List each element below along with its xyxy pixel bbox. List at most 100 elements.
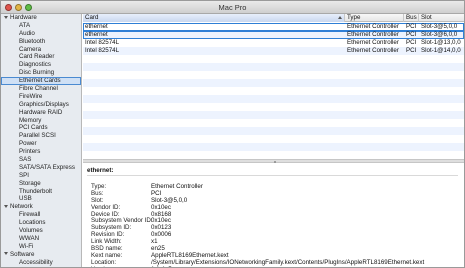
- sidebar-group-hardware[interactable]: Hardware: [1, 14, 81, 22]
- sidebar-item-label: Ethernet Cards: [19, 77, 61, 85]
- system-information-window: Mac Pro Hardware ATA Audio Bluetooth Camera C…: [0, 0, 465, 268]
- sidebar-item-label: Software: [10, 250, 35, 258]
- cell-slot: Slot-3@6,0,0: [421, 31, 458, 38]
- sidebar-item-label: Volumes: [19, 227, 43, 235]
- property-row-subsystem-vendor-id: Subsystem Vendor ID:0x10ec: [91, 218, 460, 225]
- table-row[interactable]: ethernet Ethernet Controller PCI Slot-3@6,0…: [83, 31, 464, 39]
- table-row[interactable]: Intel 82574L Ethernet Controller PCI Slot-1…: [83, 47, 464, 55]
- empty-table-row: [83, 55, 464, 63]
- empty-table-row: [83, 127, 464, 135]
- empty-table-row: [83, 111, 464, 119]
- sidebar-item-audio[interactable]: Audio: [1, 30, 81, 38]
- sidebar-item-label: Locations: [19, 219, 46, 227]
- cell-bus: PCI: [406, 23, 417, 30]
- sidebar-item-label: USB: [19, 195, 32, 203]
- sidebar-item-fibre-channel[interactable]: Fibre Channel: [1, 85, 81, 93]
- sidebar-item-label: Audio: [19, 29, 35, 37]
- sidebar-item-label: Hardware RAID: [19, 108, 63, 116]
- table-body: ethernet Ethernet Controller PCI Slot-3@5,0…: [83, 23, 464, 159]
- sidebar-item-graphics-displays[interactable]: Graphics/Displays: [1, 101, 81, 109]
- empty-table-row: [83, 95, 464, 103]
- cell-slot: Slot-1@14,0,0: [421, 47, 461, 54]
- sidebar-item-camera[interactable]: Camera: [1, 46, 81, 54]
- sidebar-item-label: Network: [10, 203, 33, 211]
- sidebar-item-volumes[interactable]: Volumes: [1, 227, 81, 235]
- sidebar-item-label: SAS: [19, 156, 32, 164]
- table-row[interactable]: Intel 82574L Ethernet Controller PCI Slot-1…: [83, 39, 464, 47]
- disclosure-triangle-icon[interactable]: [4, 252, 8, 256]
- cell-type: Ethernet Controller: [347, 39, 399, 46]
- sidebar-group-software[interactable]: Software: [1, 251, 81, 259]
- cell-card: Intel 82574L: [85, 39, 120, 46]
- property-row-link-width: Link Width: x1: [91, 238, 460, 246]
- property-row-bus: Bus: PCI: [91, 190, 460, 198]
- cell-card: ethernet: [85, 31, 108, 38]
- table-row[interactable]: ethernet Ethernet Controller PCI Slot-3@5,0…: [83, 23, 464, 31]
- column-header-card[interactable]: Card: [83, 14, 345, 22]
- sidebar-item-label: Hardware: [10, 14, 37, 21]
- sidebar-item-accessibility[interactable]: Accessibility: [1, 259, 81, 267]
- empty-table-row: [83, 87, 464, 95]
- sidebar-item-ethernet-cards[interactable]: Ethernet Cards: [1, 77, 81, 86]
- sidebar-item-label: WWAN: [19, 234, 40, 242]
- detail-pane: ethernet: Type: Ethernet Controller Bus: PC…: [83, 163, 464, 267]
- sidebar-item-bluetooth[interactable]: Bluetooth: [1, 38, 81, 46]
- sidebar-item-firewire[interactable]: FireWire: [1, 93, 81, 101]
- sidebar-item-label: Power: [19, 140, 37, 148]
- sidebar-item-spi[interactable]: SPI: [1, 172, 81, 180]
- disclosure-triangle-icon[interactable]: [4, 15, 8, 19]
- column-header-bus[interactable]: Bus: [404, 14, 419, 22]
- column-header-slot[interactable]: Slot: [419, 14, 464, 22]
- sidebar-item-label: Accessibility: [19, 258, 53, 266]
- sidebar-item-usb[interactable]: USB: [1, 195, 81, 203]
- sidebar-item-firewall[interactable]: Firewall: [1, 211, 81, 219]
- sidebar-item-label: PCI Cards: [19, 124, 48, 132]
- sidebar: Hardware ATA Audio Bluetooth Camera Card Read…: [1, 14, 82, 267]
- sidebar-item-label: Disc Burning: [19, 69, 55, 77]
- cell-type: Ethernet Controller: [347, 47, 399, 54]
- sidebar-item-card-reader[interactable]: Card Reader: [1, 53, 81, 61]
- device-table: Card Type Bus Slot ethernet Ethernet Cont…: [83, 14, 464, 159]
- sidebar-item-label: Memory: [19, 116, 42, 124]
- empty-table-row: [83, 63, 464, 71]
- sidebar-item-label: Parallel SCSI: [19, 132, 56, 140]
- sidebar-item-label: Bluetooth: [19, 37, 46, 45]
- sidebar-item-disc-burning[interactable]: Disc Burning: [1, 69, 81, 77]
- property-list: Type: Ethernet Controller Bus: PCI Slot: Slot…: [87, 183, 460, 267]
- property-row-bsd-name: BSD name: en25: [91, 245, 460, 253]
- sidebar-item-thunderbolt[interactable]: Thunderbolt: [1, 188, 81, 196]
- sidebar-item-storage[interactable]: Storage: [1, 180, 81, 188]
- property-row-slot: Slot: Slot-3@5,0,0: [91, 197, 460, 205]
- sidebar-group-network[interactable]: Network: [1, 203, 81, 211]
- sidebar-item-sata-sata-express[interactable]: SATA/SATA Express: [1, 164, 81, 172]
- empty-table-row: [83, 79, 464, 87]
- sidebar-item-wwan[interactable]: WWAN: [1, 235, 81, 243]
- sidebar-item-hardware-raid[interactable]: Hardware RAID: [1, 109, 81, 117]
- sidebar-item-wi-fi[interactable]: Wi-Fi: [1, 243, 81, 251]
- sidebar-item-pci-cards[interactable]: PCI Cards: [1, 124, 81, 132]
- sidebar-item-memory[interactable]: Memory: [1, 117, 81, 125]
- disclosure-triangle-icon[interactable]: [4, 204, 8, 208]
- property-row-revision-id: Revision ID: 0x0006: [91, 231, 460, 239]
- sidebar-item-sas[interactable]: SAS: [1, 156, 81, 164]
- cell-slot: Slot-3@5,0,0: [421, 23, 458, 30]
- sidebar-item-label: Printers: [19, 148, 41, 156]
- cell-type: Ethernet Controller: [347, 31, 399, 38]
- empty-table-row: [83, 119, 464, 127]
- sidebar-item-parallel-scsi[interactable]: Parallel SCSI: [1, 132, 81, 140]
- sidebar-item-ata[interactable]: ATA: [1, 22, 81, 30]
- cell-card: Intel 82574L: [85, 47, 120, 54]
- empty-table-row: [83, 103, 464, 111]
- sidebar-item-label: Fibre Channel: [19, 85, 58, 93]
- empty-table-row: [83, 71, 464, 79]
- property-row-type: Type: Ethernet Controller: [91, 183, 460, 191]
- sidebar-item-locations[interactable]: Locations: [1, 219, 81, 227]
- table-header: Card Type Bus Slot: [83, 14, 464, 22]
- sidebar-item-power[interactable]: Power: [1, 140, 81, 148]
- window-title: Mac Pro: [218, 3, 247, 12]
- column-header-type[interactable]: Type: [345, 14, 404, 22]
- sidebar-item-diagnostics[interactable]: Diagnostics: [1, 61, 81, 69]
- sidebar-item-label: FireWire: [19, 92, 43, 100]
- sidebar-item-printers[interactable]: Printers: [1, 148, 81, 156]
- property-value: /System/Library/Extensions/IONetworkingF…: [151, 258, 425, 266]
